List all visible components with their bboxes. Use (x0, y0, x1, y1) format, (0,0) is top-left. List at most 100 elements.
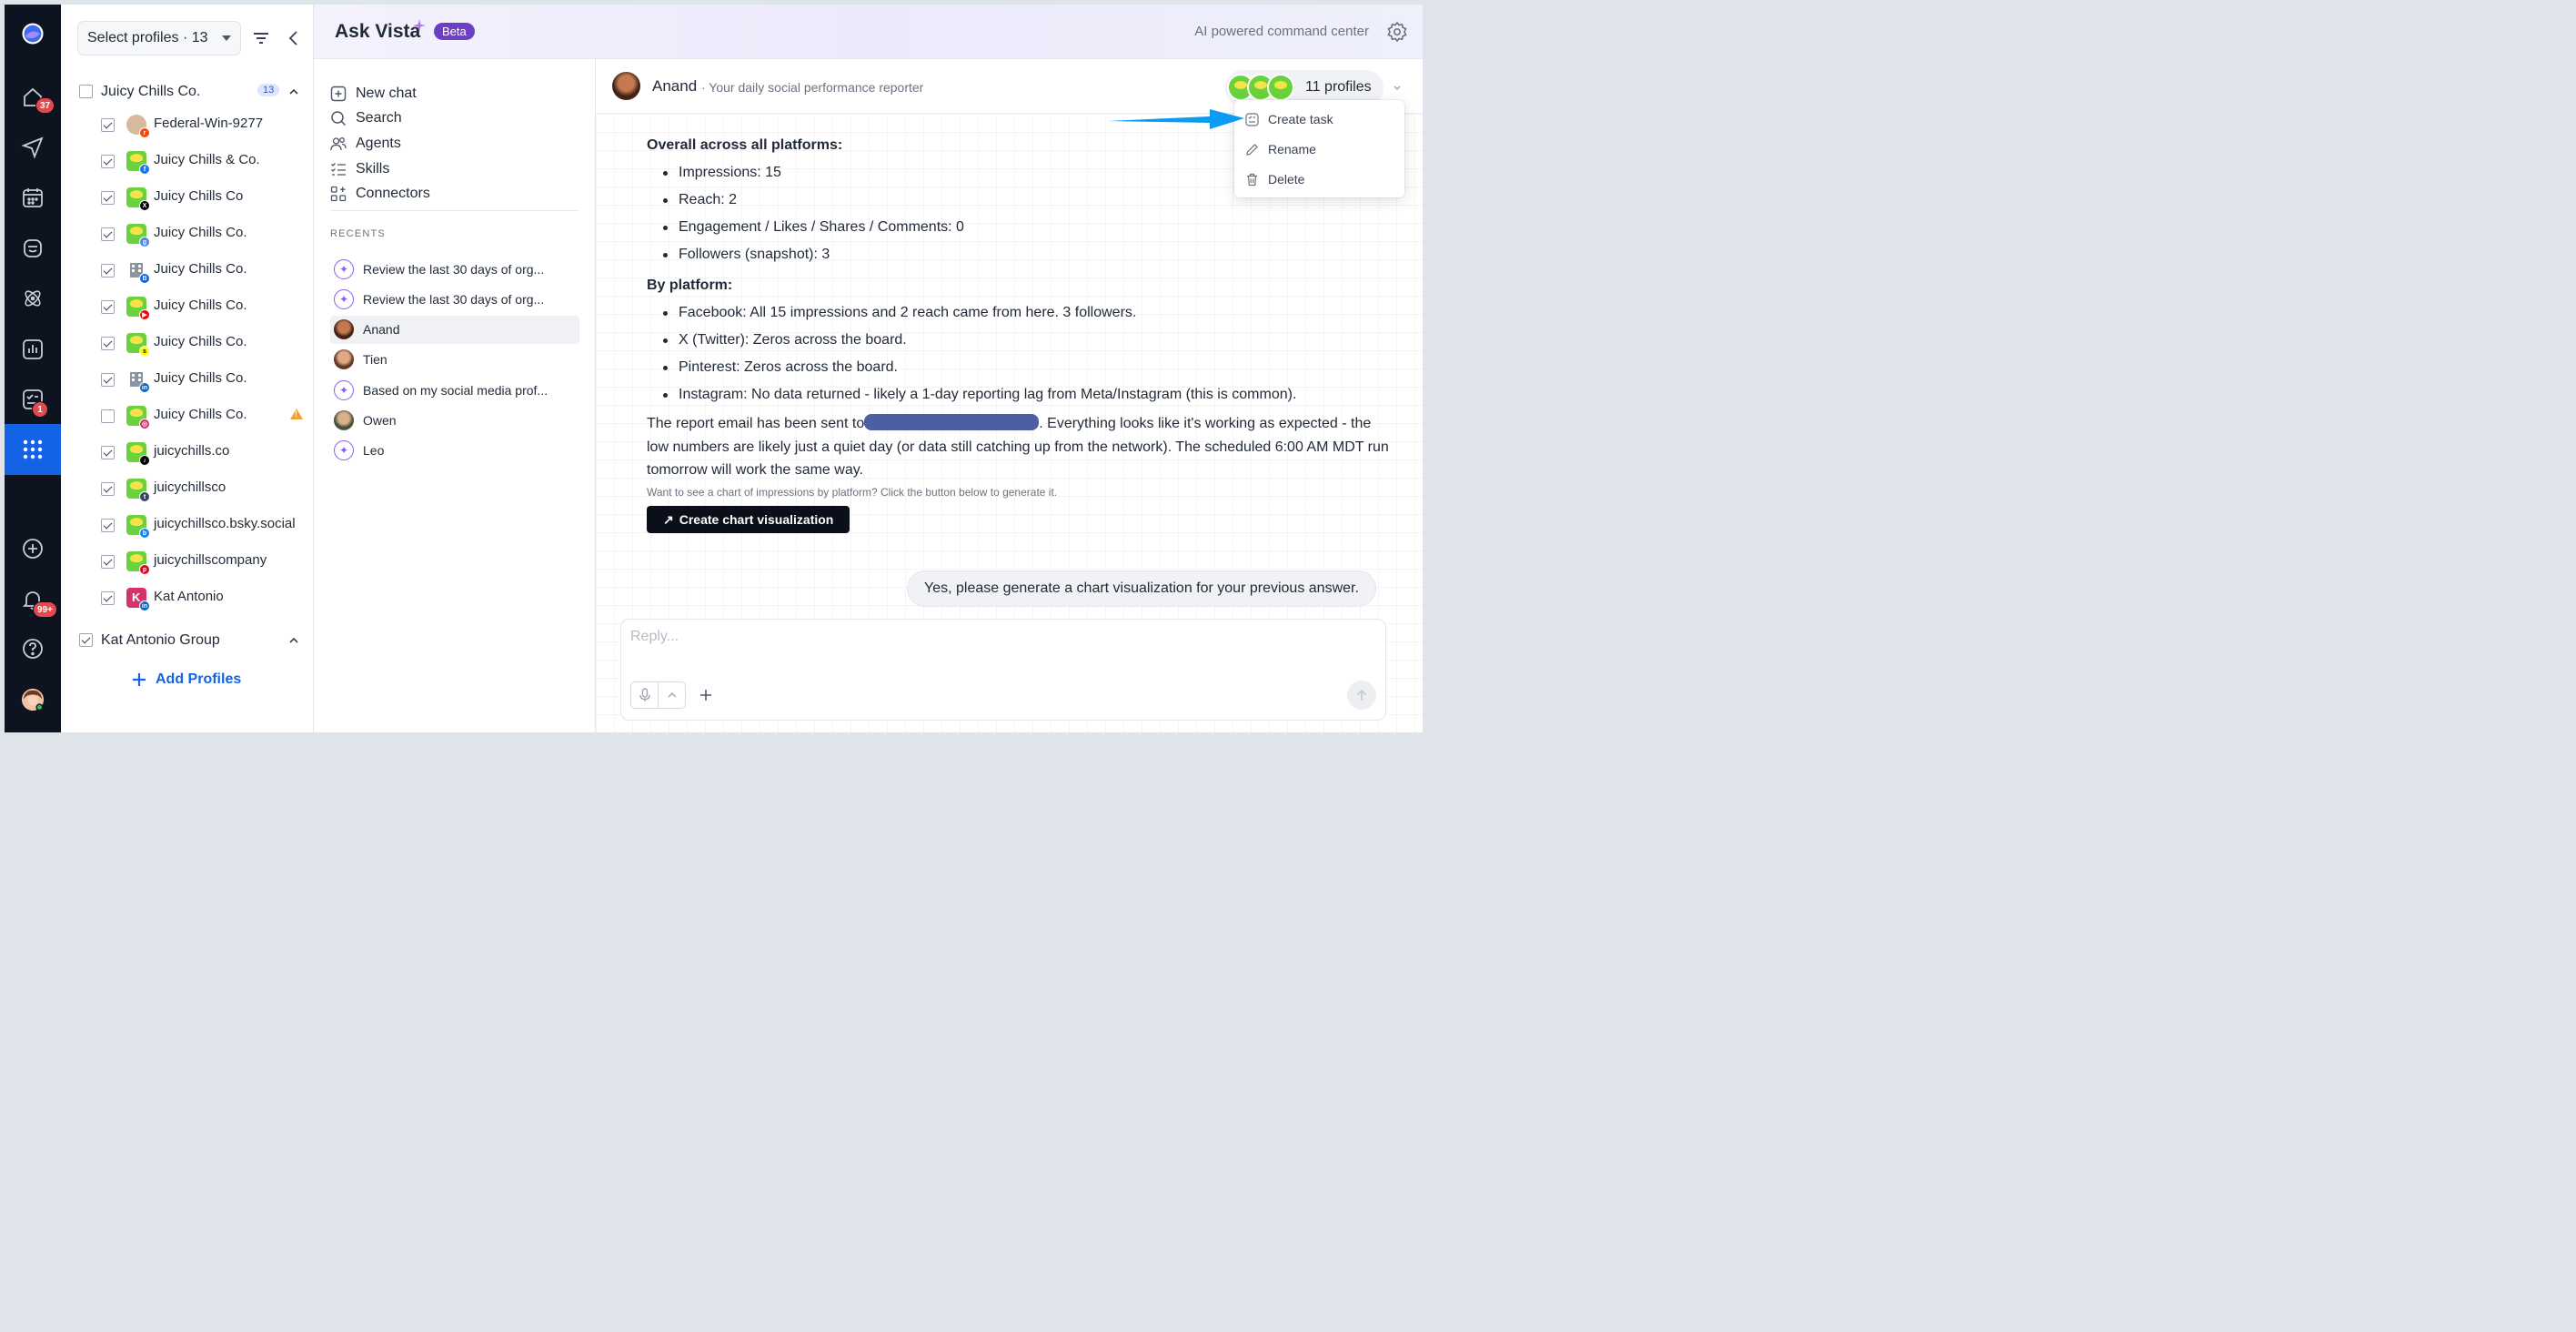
profile-row[interactable]: ▶ Juicy Chills Co. (61, 289, 314, 326)
voice-options-button[interactable] (658, 682, 685, 708)
sparkle-icon: ✦ (334, 440, 354, 461)
profile-row[interactable]: X Juicy Chills Co (61, 180, 314, 217)
profile-checkbox[interactable] (101, 482, 115, 496)
arrow-up-right-icon: ↗ (663, 511, 674, 527)
user-avatar[interactable] (16, 683, 49, 716)
recent-chat-label: Leo (363, 443, 385, 459)
tasks-icon[interactable]: 1 (16, 383, 49, 418)
profile-checkbox[interactable] (101, 300, 115, 314)
collapse-panel-icon[interactable] (283, 27, 305, 49)
filter-icon[interactable] (250, 27, 272, 49)
profile-row[interactable]: t juicychillsco (61, 471, 314, 508)
profile-row[interactable]: b juicychillsco.bsky.social (61, 508, 314, 544)
send-button[interactable] (1347, 681, 1376, 710)
profile-select-dropdown[interactable]: Select profiles · 13 (77, 21, 241, 56)
home-badge: 37 (35, 97, 55, 114)
profile-checkbox[interactable] (101, 519, 115, 532)
profile-row[interactable]: p juicychillscompany (61, 544, 314, 580)
app-logo-icon[interactable] (16, 17, 49, 50)
recent-chat-item[interactable]: Anand (330, 315, 579, 344)
profile-panel: Select profiles · 13 Juicy Chills Co. 13… (61, 5, 314, 732)
profile-row[interactable]: ♪ juicychills.co (61, 435, 314, 471)
profile-checkbox[interactable] (101, 155, 115, 168)
profile-checkbox[interactable] (101, 409, 115, 423)
task-icon (1245, 112, 1259, 126)
agent-avatar (334, 349, 354, 370)
analytics-icon[interactable] (16, 333, 49, 366)
agents-nav-button[interactable]: Agents (330, 132, 401, 156)
bluesky-icon: b (139, 528, 150, 539)
profile-row[interactable]: r Federal-Win-9277 (61, 107, 314, 144)
profile-checkbox[interactable] (101, 191, 115, 205)
profile-checkbox[interactable] (101, 591, 115, 605)
trash-icon (1247, 173, 1257, 186)
calendar-icon[interactable] (16, 181, 49, 214)
linkedin-icon: in (139, 382, 150, 393)
chevron-down-icon[interactable] (1393, 83, 1402, 92)
create-chart-button[interactable]: ↗ Create chart visualization (647, 505, 850, 533)
notifications-bell-icon[interactable]: 99+ (16, 583, 57, 618)
agent-avatar (612, 72, 640, 100)
chevron-up-icon[interactable] (288, 86, 299, 97)
profile-row[interactable]: Kin Kat Antonio (61, 580, 314, 617)
microphone-button[interactable] (631, 682, 658, 708)
home-icon[interactable]: 37 (16, 81, 55, 114)
group-checkbox[interactable] (79, 85, 93, 98)
atom-icon[interactable] (16, 282, 49, 315)
profile-checkbox[interactable] (101, 118, 115, 132)
skills-list-icon (331, 163, 346, 176)
profile-checkbox[interactable] (101, 446, 115, 459)
menu-item-create-task[interactable]: Create task (1245, 109, 1333, 129)
voice-input-group (630, 681, 686, 709)
chevron-up-icon[interactable] (288, 635, 299, 646)
profile-checkbox[interactable] (101, 227, 115, 241)
recent-chat-item[interactable]: ✦ Review the last 30 days of org... (330, 285, 579, 313)
apps-grid-icon (23, 439, 43, 459)
profile-checkbox[interactable] (101, 373, 115, 387)
profile-checkbox[interactable] (101, 337, 115, 350)
add-profiles-button[interactable]: Add Profiles (132, 671, 241, 688)
profile-row[interactable]: g Juicy Chills Co. (61, 217, 314, 253)
profile-checkbox[interactable] (101, 264, 115, 278)
conversation-options-menu: Create task Rename Delete (1234, 100, 1404, 197)
send-icon[interactable] (16, 131, 49, 164)
profile-row[interactable]: in Juicy Chills Co. (61, 362, 314, 399)
gear-icon[interactable] (1386, 21, 1408, 43)
recent-chat-item[interactable]: ✦ Based on my social media prof... (330, 376, 579, 404)
group-checkbox[interactable] (79, 633, 93, 647)
attach-plus-icon[interactable] (697, 686, 715, 704)
profile-label: juicychillscompany (154, 552, 267, 568)
recent-chat-item[interactable]: ✦ Leo (330, 437, 579, 465)
add-circle-icon[interactable] (16, 532, 49, 565)
pencil-icon (1246, 143, 1258, 156)
profile-row[interactable]: f Juicy Chills & Co. (61, 144, 314, 180)
reddit-icon: r (139, 127, 150, 138)
new-chat-button[interactable]: New chat (330, 82, 417, 106)
recent-chat-item[interactable]: ✦ Review the last 30 days of org... (330, 255, 579, 283)
app-header: Ask Vista Beta AI powered command center (314, 5, 1423, 59)
inbox-icon[interactable] (16, 232, 49, 265)
profile-row[interactable]: ◎ Juicy Chills Co. (61, 399, 314, 435)
group-title: Kat Antonio Group (101, 632, 220, 648)
skills-label: Skills (356, 161, 390, 177)
google-icon: g (139, 237, 150, 247)
skills-nav-button[interactable]: Skills (330, 157, 389, 181)
help-icon[interactable] (16, 632, 49, 665)
menu-item-delete[interactable]: Delete (1245, 169, 1304, 189)
profiles-count: 11 profiles (1305, 79, 1372, 95)
profile-avatar: X (126, 187, 150, 211)
report-paragraph: The report email has been sent to. Every… (647, 412, 1393, 482)
apps-grid-button[interactable] (5, 424, 61, 475)
recent-chat-item[interactable]: Owen (330, 407, 579, 435)
instagram-icon: ◎ (139, 419, 150, 429)
tumblr-icon: t (139, 491, 150, 502)
profile-checkbox[interactable] (101, 555, 115, 569)
reply-input[interactable] (630, 629, 1340, 645)
profile-row[interactable]: B Juicy Chills Co. (61, 253, 314, 289)
menu-item-rename[interactable]: Rename (1245, 139, 1316, 159)
search-nav-button[interactable]: Search (330, 106, 402, 130)
connectors-nav-button[interactable]: Connectors (330, 182, 430, 206)
recent-chat-item[interactable]: Tien (330, 346, 579, 374)
profile-row[interactable]: s Juicy Chills Co. (61, 326, 314, 362)
building-icon: B (139, 273, 150, 284)
